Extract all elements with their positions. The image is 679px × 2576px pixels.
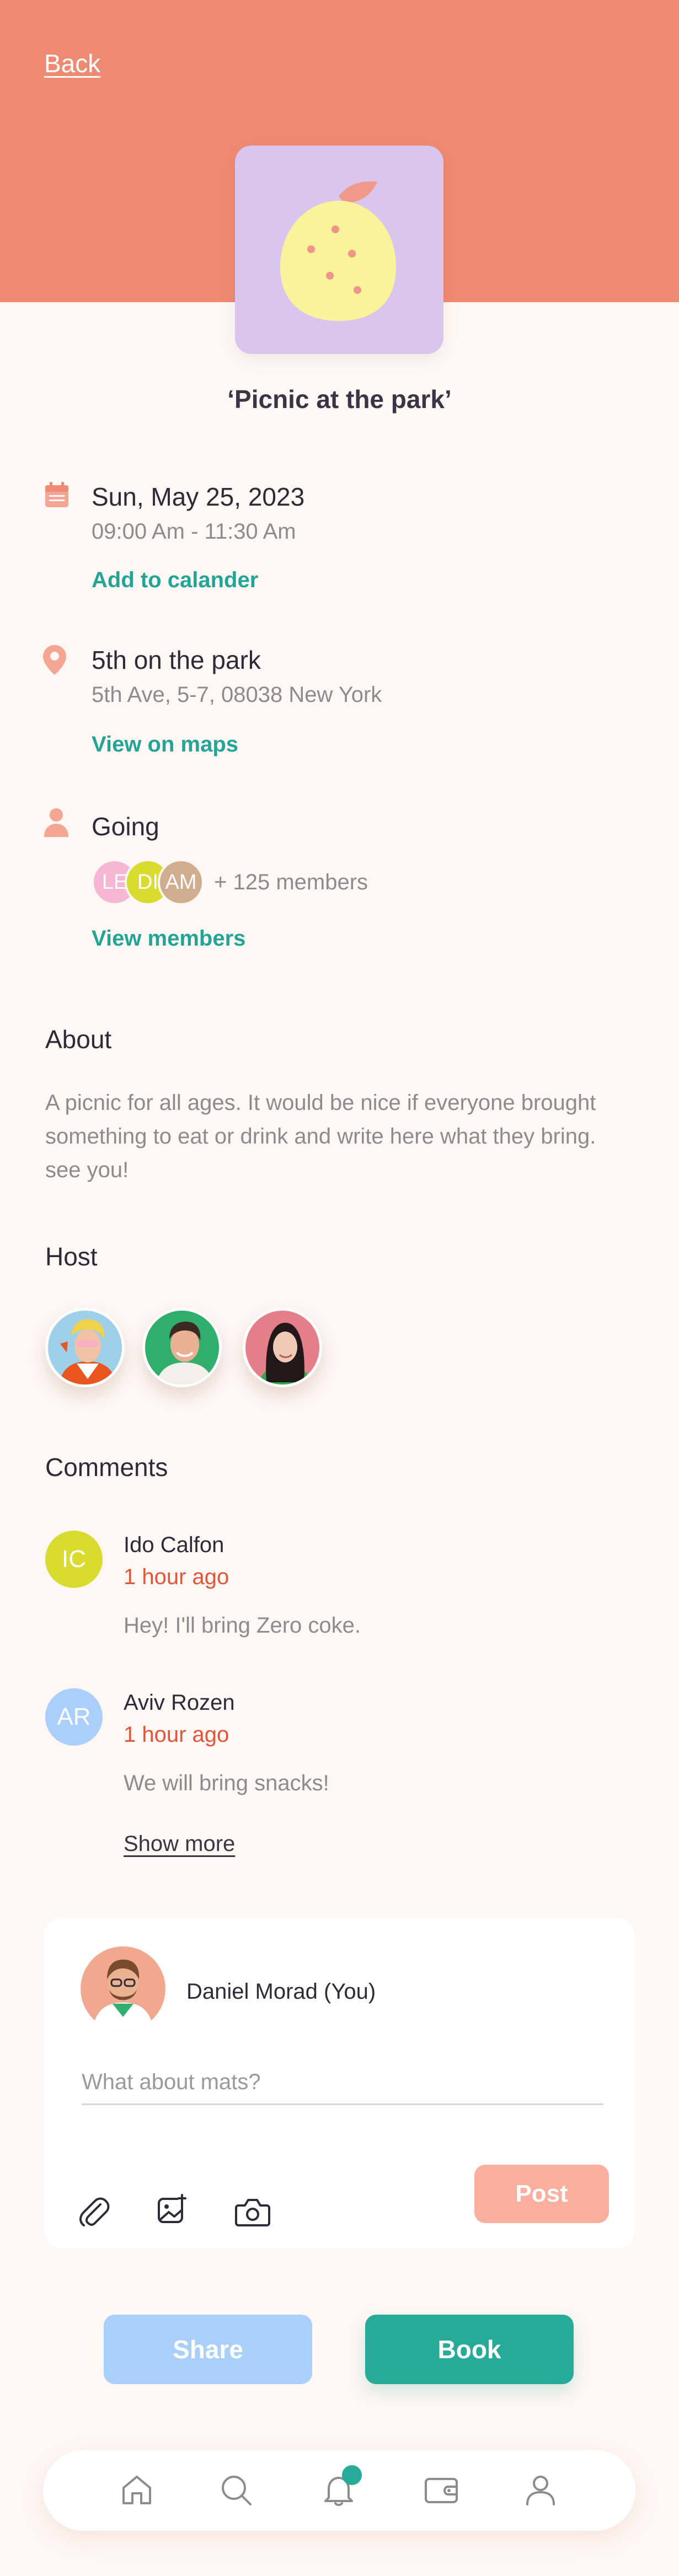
host-avatar[interactable] [142, 1308, 222, 1387]
current-user-name: Daniel Morad (You) [186, 1979, 376, 2004]
share-button[interactable]: Share [104, 2315, 312, 2384]
host-heading: Host [45, 1242, 98, 1271]
wallet-icon[interactable] [424, 2472, 459, 2508]
map-pin-icon [43, 645, 66, 675]
add-to-calendar-link[interactable]: Add to calander [92, 568, 258, 593]
about-heading: About [45, 1025, 112, 1054]
location-address: 5th Ave, 5-7, 08038 New York [92, 683, 382, 707]
calendar-icon [45, 482, 68, 507]
person-icon [44, 808, 68, 837]
comments-heading: Comments [45, 1453, 168, 1482]
about-text: A picnic for all ages. It would be nice … [45, 1091, 596, 1182]
comment-author: Aviv Rozen [124, 1690, 235, 1715]
event-date: Sun, May 25, 2023 [92, 482, 305, 511]
lemon-icon [280, 181, 396, 321]
event-time: 09:00 Am - 11:30 Am [92, 519, 296, 544]
event-image [235, 146, 443, 354]
view-on-maps-link[interactable]: View on maps [92, 732, 238, 757]
image-add-icon[interactable] [156, 2193, 189, 2226]
post-button[interactable]: Post [474, 2165, 609, 2223]
host-avatar[interactable] [45, 1308, 125, 1387]
comment-time: 1 hour ago [124, 1722, 229, 1747]
comment-text: Hey! I'll bring Zero coke. [124, 1613, 361, 1638]
view-members-link[interactable]: View members [92, 926, 245, 951]
comment-input[interactable] [82, 2061, 603, 2105]
going-label: Going [92, 812, 159, 841]
search-icon[interactable] [218, 2472, 254, 2508]
book-button[interactable]: Book [365, 2315, 574, 2384]
members-count: + 125 members [214, 870, 368, 894]
profile-icon[interactable] [523, 2472, 558, 2508]
event-title: ‘Picnic at the park’ [227, 385, 452, 414]
notification-badge [342, 2465, 362, 2485]
comment-avatar: IC [45, 1531, 103, 1588]
member-avatar: AM [158, 859, 204, 905]
location-name: 5th on the park [92, 646, 261, 674]
comment-avatar: AR [45, 1688, 103, 1746]
paperclip-icon[interactable] [76, 2194, 111, 2230]
host-avatar[interactable] [243, 1308, 322, 1387]
current-user-avatar [81, 1946, 165, 2031]
home-icon[interactable] [119, 2472, 154, 2508]
comment-time: 1 hour ago [124, 1565, 229, 1589]
camera-icon[interactable] [235, 2197, 270, 2228]
comment-author: Ido Calfon [124, 1533, 224, 1557]
back-link[interactable]: Back [44, 49, 100, 78]
comment-text: We will bring snacks! [124, 1771, 329, 1795]
show-more-link[interactable]: Show more [124, 1832, 235, 1856]
